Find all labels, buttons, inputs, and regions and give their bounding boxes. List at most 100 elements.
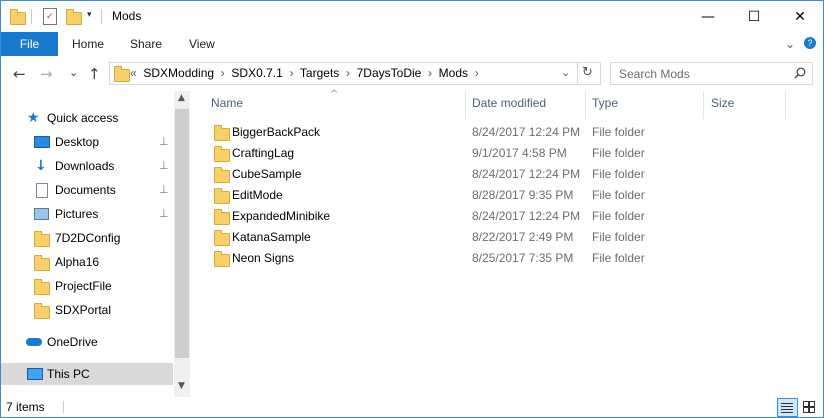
large-icons-view-icon <box>803 401 815 413</box>
nav-scrollbar[interactable]: ▲ ▼ <box>174 91 190 397</box>
maximize-button[interactable]: ☐ <box>731 1 777 32</box>
sidebar-item-this-pc[interactable]: This PC <box>1 363 173 385</box>
address-bar[interactable]: « SDXModding › SDX0.7.1 › Targets › 7Day… <box>109 62 601 85</box>
ribbon-tabs: File Home Share View ⌄ ? <box>1 32 823 57</box>
table-row[interactable]: EditMode 8/28/2017 9:35 PM File folder <box>211 185 801 206</box>
table-row[interactable]: KatanaSample 8/22/2017 2:49 PM File fold… <box>211 227 801 248</box>
sidebar-item-pictures[interactable]: Pictures ⊥ <box>1 203 173 225</box>
sidebar-item-sdxportal[interactable]: SDXPortal <box>1 299 173 321</box>
large-icons-view-button[interactable] <box>801 399 818 415</box>
help-icon[interactable]: ? <box>804 37 816 49</box>
table-row[interactable]: Neon Signs 8/25/2017 7:35 PM File folder <box>211 248 801 269</box>
sidebar-item-label: Pictures <box>55 207 99 221</box>
minimize-button[interactable]: — <box>685 1 731 32</box>
item-count: 7 items <box>6 400 45 414</box>
file-date: 8/28/2017 9:35 PM <box>472 188 574 202</box>
breadcrumb-item[interactable]: Mods <box>439 66 468 80</box>
desktop-icon <box>34 136 50 148</box>
sidebar-item-desktop[interactable]: Desktop ⊥ <box>1 131 173 153</box>
breadcrumb-separator[interactable]: › <box>428 66 432 80</box>
table-row[interactable]: BiggerBackPack 8/24/2017 12:24 PM File f… <box>211 122 801 143</box>
customize-qa-icon[interactable]: ▾ <box>87 10 92 20</box>
sidebar-item-onedrive[interactable]: OneDrive <box>1 331 173 353</box>
sidebar-item-quick-access[interactable]: ★ Quick access <box>1 107 173 129</box>
sidebar-item-7d2dconfig[interactable]: 7D2DConfig <box>1 227 173 249</box>
sidebar-item-label: Quick access <box>47 111 119 125</box>
column-divider[interactable] <box>785 91 786 119</box>
refresh-icon[interactable]: ↻ <box>582 65 593 80</box>
breadcrumb-separator[interactable]: › <box>475 66 479 80</box>
file-date: 8/24/2017 12:24 PM <box>472 125 581 139</box>
file-name: ExpandedMinibike <box>232 209 331 223</box>
address-divider <box>577 63 578 84</box>
address-dropdown-icon[interactable]: ⌄ <box>561 66 570 79</box>
file-date: 8/24/2017 12:24 PM <box>472 209 581 223</box>
qa-divider <box>31 9 32 24</box>
breadcrumb-item[interactable]: SDX0.7.1 <box>231 66 282 80</box>
window-title: Mods <box>112 9 142 23</box>
sidebar-item-documents[interactable]: Documents ⊥ <box>1 179 173 201</box>
sidebar-item-label: ProjectFile <box>55 279 112 293</box>
sidebar-item-projectfile[interactable]: ProjectFile <box>1 275 173 297</box>
breadcrumb-item[interactable]: Targets <box>300 66 339 80</box>
table-row[interactable]: CraftingLag 9/1/2017 4:58 PM File folder <box>211 143 801 164</box>
expand-ribbon-icon[interactable]: ⌄ <box>785 32 795 56</box>
properties-icon[interactable]: ✓ <box>43 8 57 25</box>
breadcrumb-separator[interactable]: › <box>221 66 225 80</box>
breadcrumb-separator[interactable]: › <box>289 66 293 80</box>
table-row[interactable]: ExpandedMinibike 8/24/2017 12:24 PM File… <box>211 206 801 227</box>
tab-view[interactable]: View <box>189 32 215 56</box>
sidebar-item-downloads[interactable]: ↓ Downloads ⊥ <box>1 155 173 177</box>
folder-icon <box>34 255 50 271</box>
column-divider[interactable] <box>703 91 704 119</box>
pictures-icon <box>34 208 49 220</box>
search-icon[interactable] <box>794 67 806 79</box>
file-type: File folder <box>592 251 645 265</box>
navigation-pane: ★ Quick access Desktop ⊥ ↓ Downloads ⊥ D… <box>1 91 190 397</box>
navigation-row: ← → ⌄ ↑ « SDXModding › SDX0.7.1 › Target… <box>1 56 823 91</box>
computer-icon <box>27 368 43 380</box>
pin-icon[interactable]: ⊥ <box>159 131 169 153</box>
file-name: EditMode <box>232 188 283 202</box>
folder-icon <box>214 125 230 141</box>
folder-icon <box>34 231 50 247</box>
sidebar-item-label: Alpha16 <box>55 255 100 269</box>
address-folder-icon <box>114 66 130 82</box>
folder-icon <box>34 279 50 295</box>
sidebar-item-label: SDXPortal <box>55 303 112 317</box>
close-button[interactable]: ✕ <box>777 1 823 32</box>
search-input[interactable]: Search Mods <box>610 62 813 85</box>
sidebar-item-label: Documents <box>55 183 116 197</box>
column-divider[interactable] <box>585 91 586 119</box>
sidebar-item-alpha16[interactable]: Alpha16 <box>1 251 173 273</box>
tab-share[interactable]: Share <box>130 32 162 56</box>
column-divider[interactable] <box>465 91 466 119</box>
status-divider <box>63 401 64 413</box>
back-button[interactable]: ← <box>13 65 26 83</box>
forward-button[interactable]: → <box>40 65 53 83</box>
pin-icon[interactable]: ⊥ <box>159 203 169 225</box>
table-row[interactable]: CubeSample 8/24/2017 12:24 PM File folde… <box>211 164 801 185</box>
file-name: CubeSample <box>232 167 302 181</box>
pin-icon[interactable]: ⊥ <box>159 179 169 201</box>
breadcrumb-item[interactable]: 7DaysToDie <box>357 66 422 80</box>
new-folder-icon[interactable] <box>66 9 82 25</box>
folder-icon <box>214 209 230 225</box>
details-view-button[interactable] <box>777 398 798 417</box>
breadcrumb-separator[interactable]: › <box>346 66 350 80</box>
column-header-size[interactable]: Size <box>711 96 734 110</box>
column-header-name[interactable]: Name <box>211 96 243 110</box>
tab-file[interactable]: File <box>1 32 58 56</box>
up-button[interactable]: ↑ <box>88 65 101 83</box>
tab-home[interactable]: Home <box>72 32 104 56</box>
scrollbar-thumb[interactable] <box>175 109 189 358</box>
recent-locations-button[interactable]: ⌄ <box>69 66 78 79</box>
column-header-type[interactable]: Type <box>592 96 618 110</box>
file-date: 8/22/2017 2:49 PM <box>472 230 574 244</box>
breadcrumb-overflow[interactable]: « <box>130 66 137 80</box>
column-header-date[interactable]: Date modified <box>472 96 546 110</box>
scroll-down-icon[interactable]: ▼ <box>178 381 185 391</box>
breadcrumb-item[interactable]: SDXModding <box>143 66 214 80</box>
pin-icon[interactable]: ⊥ <box>159 155 169 177</box>
scroll-up-icon[interactable]: ▲ <box>178 93 185 103</box>
